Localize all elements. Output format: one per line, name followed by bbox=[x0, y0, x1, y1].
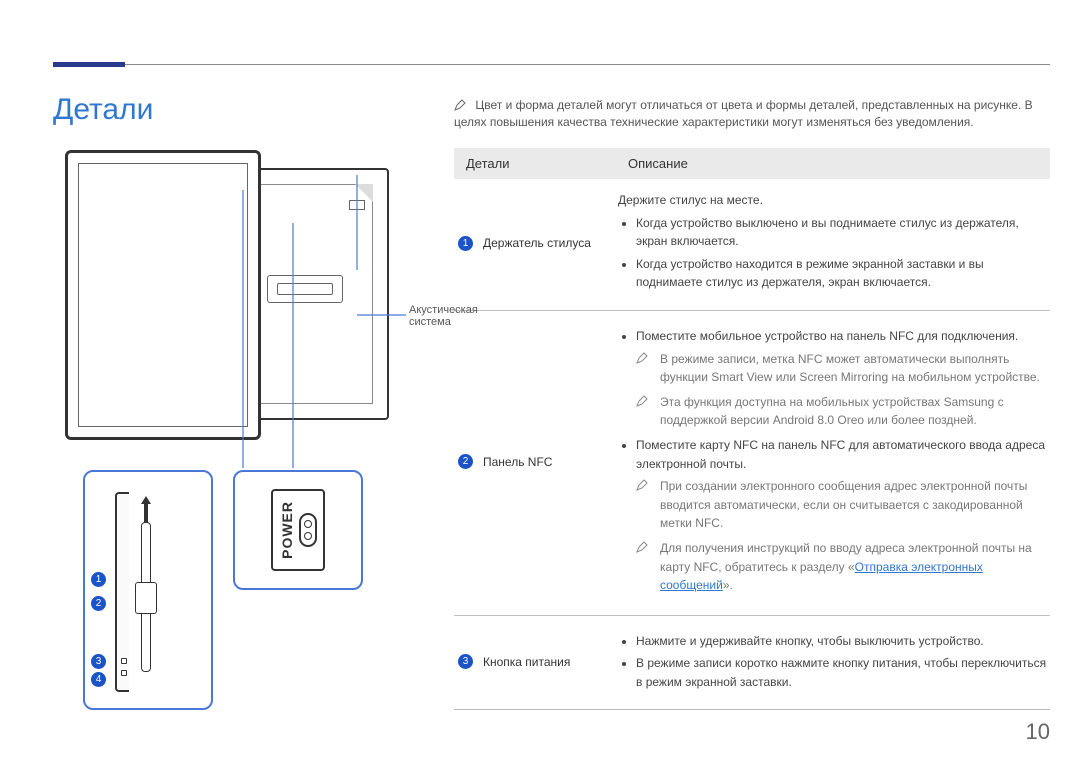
table-row: 1 Держатель стилуса Держите стилус на ме… bbox=[454, 179, 1050, 311]
sub-note: При создании электронного сообщения адре… bbox=[618, 477, 1050, 533]
callout-badge: 1 bbox=[91, 572, 106, 587]
note-icon bbox=[636, 394, 648, 406]
top-rule bbox=[53, 64, 1050, 65]
list-item: Поместите карту NFC на панель NFC для ав… bbox=[636, 436, 1050, 473]
table-header-parts: Детали bbox=[454, 148, 618, 179]
parts-table: Детали Описание 1 Держатель стилуса Держ… bbox=[454, 148, 1050, 710]
tag-icon bbox=[349, 200, 365, 210]
detail-inset-stylus: 1 2 3 4 bbox=[83, 470, 213, 710]
power-label: POWER bbox=[279, 501, 295, 559]
row-number-badge: 3 bbox=[458, 654, 473, 669]
row-number-badge: 1 bbox=[458, 236, 473, 251]
sub-note: Для получения инструкций по вводу адреса… bbox=[618, 539, 1050, 595]
callout-badge: 3 bbox=[91, 654, 106, 669]
row-lead-text: Держите стилус на месте. bbox=[618, 191, 1050, 210]
table-row: 2 Панель NFC Поместите мобильное устройс… bbox=[454, 311, 1050, 616]
manual-page: Детали Цвет и форма деталей могут отлича… bbox=[0, 0, 1080, 763]
callout-badge: 4 bbox=[91, 672, 106, 687]
row-number-badge: 2 bbox=[458, 454, 473, 469]
table-row: 3 Кнопка питания Нажмите и удерживайте к… bbox=[454, 616, 1050, 711]
page-title: Детали bbox=[53, 93, 153, 127]
note-icon bbox=[454, 99, 466, 111]
sub-note: Эта функция доступна на мобильных устрой… bbox=[618, 393, 1050, 430]
part-name: Держатель стилуса bbox=[483, 236, 591, 250]
top-rule-accent bbox=[53, 62, 125, 67]
part-name: Панель NFC bbox=[483, 455, 552, 469]
list-item: Когда устройство находится в режиме экра… bbox=[636, 255, 1050, 292]
list-item: Когда устройство выключено и вы поднимае… bbox=[636, 214, 1050, 251]
table-header-desc: Описание bbox=[618, 148, 1050, 179]
product-diagram: Акустическая система 1 2 3 4 POWER bbox=[53, 140, 433, 720]
list-item: В режиме записи коротко нажмите кнопку п… bbox=[636, 654, 1050, 691]
device-front-view bbox=[65, 150, 261, 440]
page-number: 10 bbox=[1026, 719, 1050, 745]
intro-note-text: Цвет и форма деталей могут отличаться от… bbox=[454, 98, 1033, 129]
speaker-label: Акустическая система bbox=[409, 304, 489, 328]
detail-inset-power: POWER bbox=[233, 470, 363, 590]
note-icon bbox=[636, 540, 648, 552]
part-name: Кнопка питания bbox=[483, 655, 570, 669]
sub-note: В режиме записи, метка NFC может автомат… bbox=[618, 350, 1050, 387]
list-item: Нажмите и удерживайте кнопку, чтобы выкл… bbox=[636, 632, 1050, 651]
power-socket-icon bbox=[299, 513, 317, 547]
power-connector: POWER bbox=[271, 489, 325, 571]
list-item: Поместите мобильное устройство на панель… bbox=[636, 327, 1050, 346]
note-icon bbox=[636, 478, 648, 490]
callout-badge: 2 bbox=[91, 596, 106, 611]
table-header-row: Детали Описание bbox=[454, 148, 1050, 179]
disk-slot bbox=[267, 275, 343, 303]
note-icon bbox=[636, 351, 648, 363]
intro-note: Цвет и форма деталей могут отличаться от… bbox=[454, 97, 1050, 132]
stylus-drawing bbox=[133, 492, 159, 692]
